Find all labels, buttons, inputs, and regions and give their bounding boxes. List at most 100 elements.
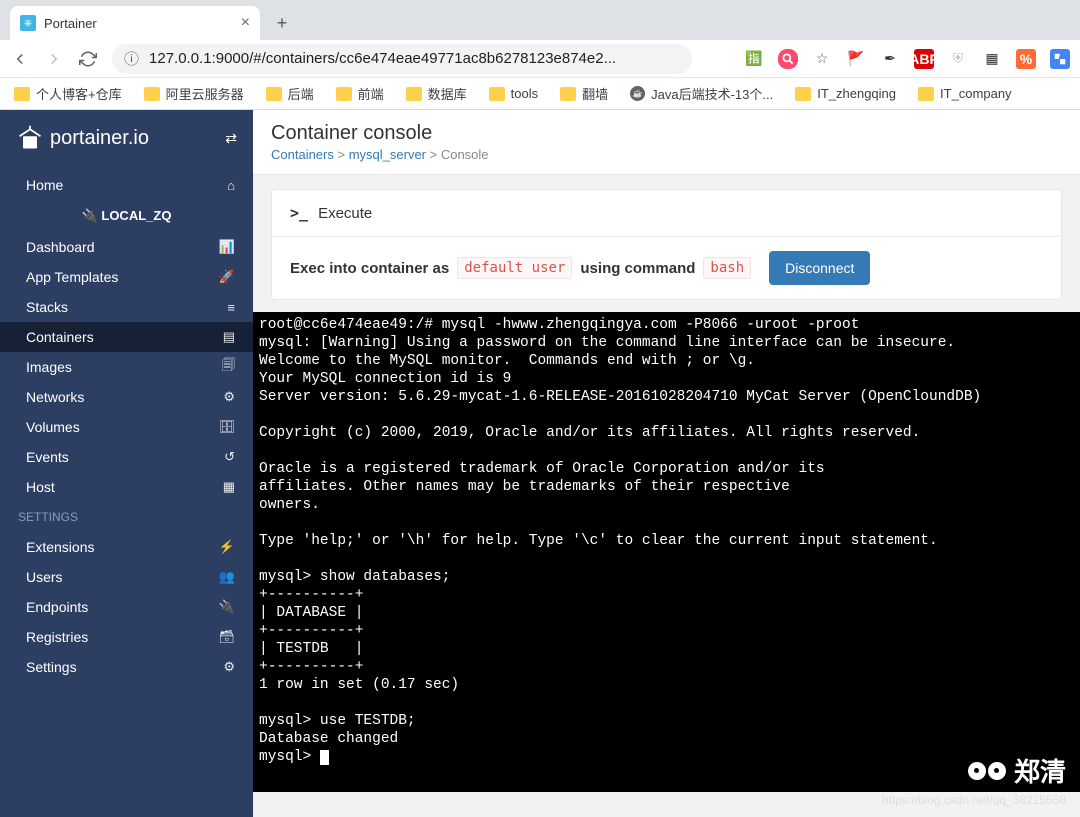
bookmarks-bar: 个人博客+仓库 阿里云服务器 后端 前端 数据库 tools 翻墙 ☕ Java后端技术-13个… [0, 78, 1080, 110]
brand-text: portainer.io [50, 127, 149, 150]
containers-icon: ▤ [223, 329, 235, 345]
template-icon: 🚀 [219, 269, 235, 285]
networks-icon: ⚙ [223, 389, 235, 405]
events-icon: ↺ [224, 449, 235, 465]
stacks-icon: ≡ [227, 300, 235, 315]
folder-icon [144, 87, 160, 101]
translate-icon[interactable]: 🈯 [744, 49, 764, 69]
nav-settings[interactable]: Settings⚙ [0, 652, 253, 682]
nav-volumes[interactable]: Volumes 🗄 [0, 412, 253, 442]
bookmark-label: 翻墙 [582, 84, 608, 103]
back-button[interactable] [10, 49, 30, 69]
gtranslate-ext-icon[interactable] [1050, 49, 1070, 69]
bookmark-label: Java后端技术-13个... [651, 84, 773, 103]
terminal[interactable]: root@cc6e474eae49:/# mysql -hwww.zhengqi… [253, 312, 1080, 792]
brand[interactable]: portainer.io [16, 124, 149, 152]
terminal-cursor [320, 750, 329, 765]
tab-title: Portainer [44, 16, 97, 31]
execute-card: >_ Execute Exec into container as defaul… [271, 189, 1062, 300]
bookmark-label: 数据库 [428, 84, 467, 103]
nav-label: Dashboard [26, 239, 95, 255]
ext-icon: ⚡ [219, 539, 235, 555]
nav-stacks[interactable]: Stacks ≡ [0, 292, 253, 322]
orange-ext-icon[interactable]: % [1016, 49, 1036, 69]
sidebar-collapse-icon[interactable]: ⇄ [225, 130, 237, 147]
nav-extensions[interactable]: Extensions ⚡ [0, 532, 253, 562]
volumes-icon: 🗄 [218, 419, 235, 435]
exec-mid: using command [580, 260, 695, 277]
folder-icon [795, 87, 811, 101]
nav-label: Volumes [26, 419, 80, 435]
folder-icon [560, 87, 576, 101]
bookmark-star-icon[interactable]: ☆ [812, 49, 832, 69]
watermark-url: https://blog.csdn.net/qq_38225558 [882, 793, 1066, 807]
url-field[interactable]: ⓘ 127.0.0.1:9000/#/containers/cc6e474eae… [112, 44, 692, 74]
bookmark-item[interactable]: 阿里云服务器 [144, 84, 244, 103]
nav-label: Stacks [26, 299, 68, 315]
search-ext-icon[interactable] [778, 49, 798, 69]
sidebar: portainer.io ⇄ Home ⌂ 🔌 LOCAL_ZQ Dashboa… [0, 110, 253, 817]
nav-home-label: Home [26, 177, 63, 193]
sidebar-logo-row: portainer.io ⇄ [0, 110, 253, 170]
nav-images[interactable]: Images🗐 [0, 352, 253, 382]
nav-label: Events [26, 449, 69, 465]
terminal-prompt-icon: >_ [290, 204, 308, 222]
bookmark-item[interactable]: IT_company [918, 86, 1012, 101]
bookmark-item[interactable]: 数据库 [406, 84, 467, 103]
nav-dashboard[interactable]: Dashboard 📊 [0, 232, 253, 262]
bookmark-item[interactable]: ☕ Java后端技术-13个... [630, 84, 773, 103]
home-icon: ⌂ [227, 178, 235, 193]
reload-button[interactable] [78, 49, 98, 69]
nav-label: App Templates [26, 269, 118, 285]
images-icon: 🗐 [222, 356, 235, 378]
flag-ext-icon[interactable]: 🚩 [846, 49, 866, 69]
browser-addressbar: ⓘ 127.0.0.1:9000/#/containers/cc6e474eae… [0, 40, 1080, 78]
bookmark-item[interactable]: 前端 [336, 84, 384, 103]
nav-home[interactable]: Home ⌂ [0, 170, 253, 200]
feather-ext-icon[interactable]: ✒ [880, 49, 900, 69]
site-info-icon[interactable]: ⓘ [124, 48, 139, 69]
nav-users[interactable]: Users👥 [0, 562, 253, 592]
crumb-containers[interactable]: Containers [271, 147, 334, 162]
browser-tab[interactable]: ⎈ Portainer × [10, 6, 260, 40]
page-icon: ☕ [630, 86, 645, 101]
abp-ext-icon[interactable]: ABP [914, 49, 934, 69]
shield-ext-icon[interactable]: ⛨ [948, 49, 968, 69]
forward-button[interactable] [44, 49, 64, 69]
bookmark-label: IT_zhengqing [817, 86, 896, 101]
exec-prefix: Exec into container as [290, 260, 449, 277]
main-content: Container console Containers > mysql_ser… [253, 110, 1080, 817]
exec-user-tag: default user [457, 257, 572, 279]
nav-networks[interactable]: Networks⚙ [0, 382, 253, 412]
bookmark-item[interactable]: 个人博客+仓库 [14, 84, 122, 103]
browser-tabbar: ⎈ Portainer × + [0, 0, 1080, 40]
watermark: 郑清 [968, 752, 1066, 789]
nav-endpoints[interactable]: Endpoints🔌 [0, 592, 253, 622]
execute-label: Execute [318, 205, 372, 222]
registries-icon: 🗃 [218, 629, 235, 645]
nav-containers[interactable]: Containers▤ [0, 322, 253, 352]
nav-label: Extensions [26, 539, 94, 555]
qr-ext-icon[interactable]: ▦ [982, 49, 1002, 69]
close-tab-icon[interactable]: × [241, 14, 250, 32]
plug-icon: 🔌 [82, 208, 98, 223]
nav-host[interactable]: Host▦ [0, 472, 253, 502]
crumb-container-name[interactable]: mysql_server [349, 147, 426, 162]
nav-app-templates[interactable]: App Templates 🚀 [0, 262, 253, 292]
wechat-icon [968, 762, 1006, 780]
dashboard-icon: 📊 [219, 239, 235, 255]
bookmark-item[interactable]: 后端 [266, 84, 314, 103]
users-icon: 👥 [219, 569, 235, 585]
nav-events[interactable]: Events ↺ [0, 442, 253, 472]
new-tab-button[interactable]: + [268, 9, 296, 37]
bookmark-item[interactable]: 翻墙 [560, 84, 608, 103]
nav-label: Endpoints [26, 599, 88, 615]
disconnect-button[interactable]: Disconnect [769, 251, 870, 285]
bookmark-label: tools [511, 86, 538, 101]
nav-environment[interactable]: 🔌 LOCAL_ZQ [0, 200, 253, 232]
execute-card-head[interactable]: >_ Execute [272, 190, 1061, 237]
bookmark-label: 阿里云服务器 [166, 84, 244, 103]
bookmark-item[interactable]: tools [489, 86, 538, 101]
nav-registries[interactable]: Registries🗃 [0, 622, 253, 652]
bookmark-item[interactable]: IT_zhengqing [795, 86, 896, 101]
